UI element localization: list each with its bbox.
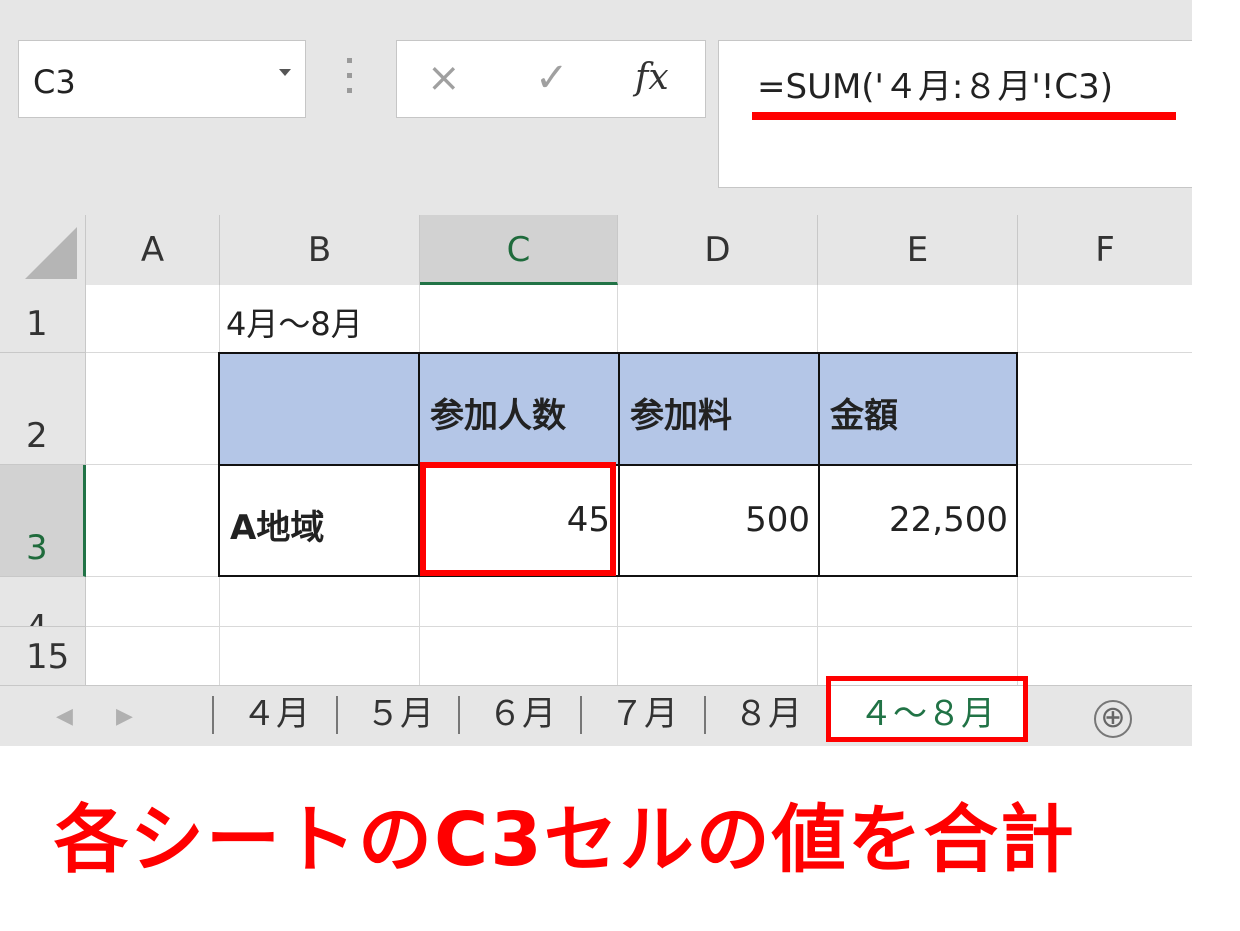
row-header-3[interactable]: 3	[0, 465, 86, 577]
formula-bar-area: C3 × ✓ fx =SUM('４月:８月'!C3)	[0, 0, 1192, 215]
cell-e3[interactable]: 22,500	[818, 464, 1018, 577]
cell-d2[interactable]: 参加料	[618, 352, 820, 466]
caption: 各シートのC3セルの値を合計	[54, 797, 1076, 883]
cell-c2[interactable]: 参加人数	[418, 352, 620, 466]
drag-handle-icon[interactable]	[340, 58, 358, 98]
insert-function-icon[interactable]: fx	[635, 57, 669, 98]
add-sheet-icon[interactable]: ⊕	[1094, 700, 1132, 738]
enter-icon[interactable]: ✓	[535, 55, 569, 101]
cancel-icon[interactable]: ×	[427, 55, 461, 101]
cell-c3-highlight-box	[420, 462, 616, 576]
scroll-right-icon[interactable]: ▶	[116, 704, 133, 729]
formula-text: =SUM('４月:８月'!C3)	[757, 67, 1113, 107]
chevron-down-icon[interactable]	[279, 69, 291, 76]
column-header-c[interactable]: C	[420, 215, 618, 285]
sheet-tab-8[interactable]: ８月	[734, 686, 802, 742]
formula-buttons: × ✓ fx	[396, 40, 706, 118]
cell-d3[interactable]: 500	[618, 464, 820, 577]
formula-highlight-underline	[752, 112, 1176, 120]
column-header-e[interactable]: E	[818, 215, 1018, 285]
active-tab-highlight-box	[826, 676, 1028, 742]
column-header-d[interactable]: D	[618, 215, 818, 285]
column-header-f[interactable]: F	[1018, 215, 1192, 285]
sheet-tab-4[interactable]: ４月	[242, 686, 310, 742]
spreadsheet-grid: A B C D E F 1 2 3 4 15 4月～8月 参加人数 参加料 金額…	[0, 215, 1192, 685]
cell-b2[interactable]	[218, 352, 420, 466]
cell-b3[interactable]: A地域	[218, 464, 420, 577]
sheet-tab-6[interactable]: ６月	[488, 686, 556, 742]
row-header-2[interactable]: 2	[0, 353, 86, 465]
cell-e2[interactable]: 金額	[818, 352, 1018, 466]
row-header-1[interactable]: 1	[0, 285, 86, 353]
scroll-left-icon[interactable]: ◀	[56, 704, 73, 729]
row-header-15[interactable]: 15	[0, 627, 86, 685]
select-all-button[interactable]	[0, 215, 86, 285]
sheet-tab-7[interactable]: ７月	[610, 686, 678, 742]
column-header-a[interactable]: A	[86, 215, 220, 285]
cell-b1[interactable]: 4月～8月	[226, 299, 363, 345]
column-header-b[interactable]: B	[220, 215, 420, 285]
sheet-tab-5[interactable]: ５月	[366, 686, 434, 742]
name-box-value: C3	[33, 63, 76, 101]
row-header-4[interactable]: 4	[0, 577, 86, 627]
name-box[interactable]: C3	[18, 40, 306, 118]
